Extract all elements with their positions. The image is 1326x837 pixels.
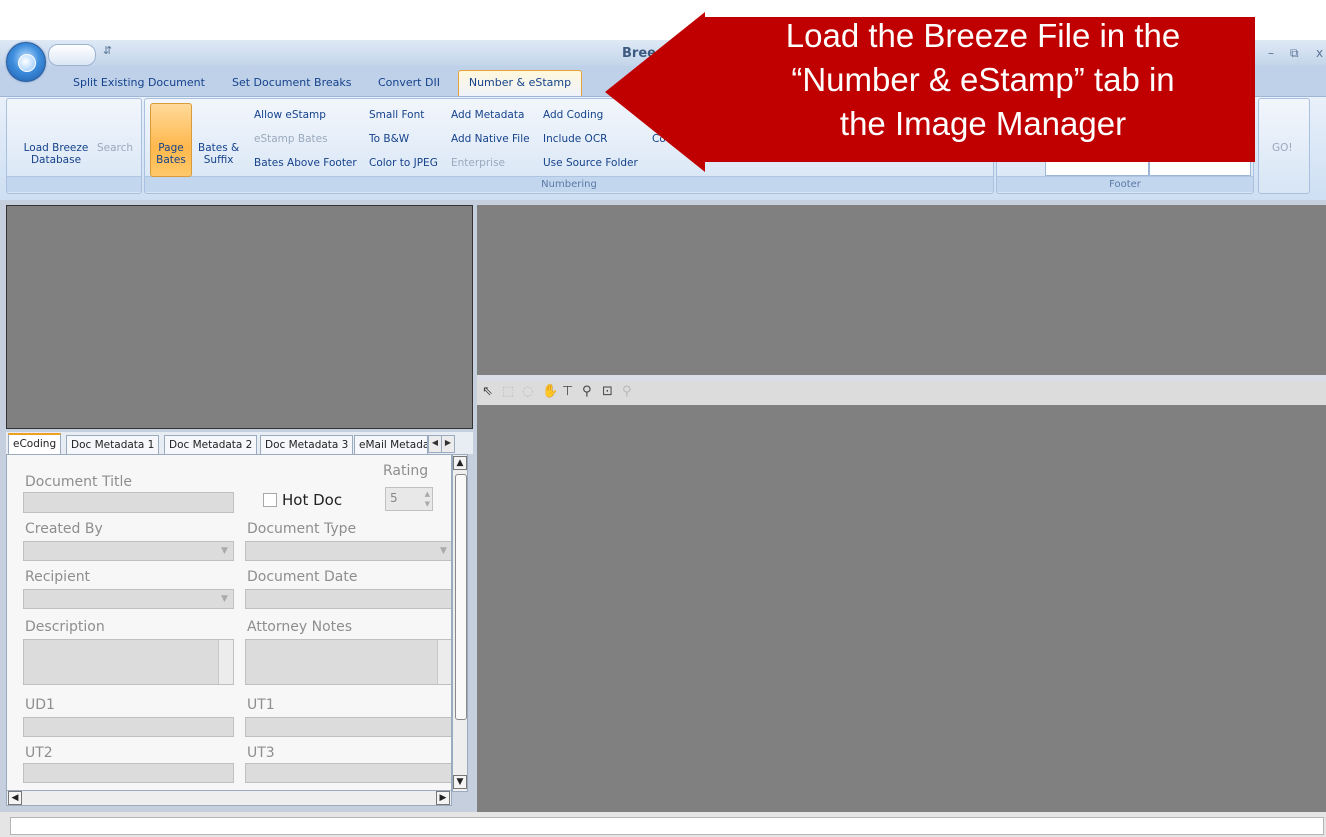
rating-label: Rating: [383, 463, 429, 479]
form-horizontal-scrollbar[interactable]: [6, 790, 452, 806]
document-date-label: Document Date: [247, 569, 358, 585]
app-logo-icon: [18, 54, 36, 72]
enterprise-option[interactable]: Enterprise: [451, 157, 505, 169]
scroll-right-icon[interactable]: ▶: [436, 791, 450, 805]
chevron-down-icon: ▼: [221, 594, 228, 604]
restore-button[interactable]: ⧉: [1290, 46, 1299, 61]
ud1-field[interactable]: [23, 717, 234, 737]
bates-suffix-label-2: Suffix: [203, 154, 234, 166]
ut3-label: UT3: [247, 745, 275, 761]
tab-scroll-left-icon[interactable]: ◀: [428, 435, 442, 453]
thumbnail-pane[interactable]: [477, 205, 1326, 375]
spinner-arrows-icon[interactable]: ▲ ▼: [425, 489, 430, 509]
include-ocr-option[interactable]: Include OCR: [543, 133, 607, 145]
document-title-label: Document Title: [25, 474, 132, 490]
tab-ecoding[interactable]: eCoding: [8, 433, 62, 454]
lasso-icon[interactable]: ◌: [522, 384, 533, 399]
bates-suffix-button[interactable]: Bates & Suffix: [198, 142, 239, 166]
tab-convert-dii[interactable]: Convert DII: [378, 76, 440, 89]
allow-estamp-option[interactable]: Allow eStamp: [254, 109, 326, 121]
magnify-icon[interactable]: ⚲: [622, 384, 632, 399]
chevron-down-icon: ▼: [221, 546, 228, 556]
scroll-up-icon[interactable]: ▲: [453, 456, 467, 470]
tab-doc-metadata-2[interactable]: Doc Metadata 2: [164, 435, 258, 454]
vertical-scroll-thumb[interactable]: [455, 474, 467, 720]
callout-line-3: the Image Manager: [839, 105, 1127, 142]
document-date-field[interactable]: [245, 589, 451, 609]
tab-scroll-right-icon[interactable]: ▶: [441, 435, 455, 453]
tab-set-document-breaks[interactable]: Set Document Breaks: [232, 76, 351, 89]
description-scrollbar[interactable]: [218, 640, 233, 684]
zoom-rect-icon[interactable]: ⊡: [602, 384, 613, 399]
scroll-left-icon[interactable]: ◀: [8, 791, 22, 805]
document-type-select[interactable]: ▼: [245, 541, 451, 561]
close-button[interactable]: x: [1316, 46, 1323, 60]
status-field: [10, 817, 1324, 835]
ecoding-form: Document Title Rating Hot Doc 5 ▲ ▼ Creat…: [6, 454, 452, 792]
image-viewer-pane[interactable]: [477, 405, 1326, 812]
hot-doc-label: Hot Doc: [282, 491, 343, 509]
tab-doc-metadata-1[interactable]: Doc Metadata 1: [66, 435, 160, 454]
attorney-notes-textarea[interactable]: [245, 639, 451, 685]
search-button[interactable]: Search: [97, 142, 133, 154]
document-title-field[interactable]: [23, 492, 234, 513]
quick-access-toolbar[interactable]: [48, 44, 96, 66]
pan-icon[interactable]: ⊤: [562, 384, 573, 399]
ut3-field[interactable]: [245, 763, 451, 783]
recipient-label: Recipient: [25, 569, 91, 585]
load-breeze-label-1: Load Breeze: [23, 142, 89, 154]
attorney-notes-scrollbar[interactable]: [437, 640, 451, 684]
callout-line-1: Load the Breeze File in the: [785, 17, 1181, 54]
zoom-icon[interactable]: ⚲: [582, 384, 592, 399]
tab-doc-metadata-3[interactable]: Doc Metadata 3: [260, 435, 354, 454]
load-breeze-label-2: Database: [30, 154, 82, 166]
select-rect-icon[interactable]: ⬚: [502, 384, 514, 399]
estamp-bates-option[interactable]: eStamp Bates: [254, 133, 328, 145]
load-breeze-database-button[interactable]: Load Breeze Database: [20, 142, 92, 166]
chevron-down-icon: ▼: [440, 546, 447, 556]
tab-split-existing-document[interactable]: Split Existing Document: [73, 76, 205, 89]
description-label: Description: [25, 619, 105, 635]
created-by-label: Created By: [25, 521, 103, 537]
small-font-option[interactable]: Small Font: [369, 109, 424, 121]
tab-email-metadata[interactable]: eMail Metadat: [354, 435, 428, 454]
tab-number-estamp[interactable]: Number & eStamp: [458, 70, 582, 96]
add-coding-option[interactable]: Add Coding: [543, 109, 603, 121]
group-database-label: [7, 176, 141, 192]
ud1-label: UD1: [25, 697, 55, 713]
document-list-pane[interactable]: [6, 205, 473, 429]
document-type-label: Document Type: [247, 521, 357, 537]
application-menu-button[interactable]: [6, 42, 46, 82]
add-metadata-option[interactable]: Add Metadata: [451, 109, 524, 121]
add-native-file-option[interactable]: Add Native File: [451, 133, 530, 145]
ut2-label: UT2: [25, 745, 53, 761]
go-button[interactable]: GO!: [1272, 142, 1293, 154]
callout-text: Load the Breeze File in the “Number & eS…: [712, 14, 1254, 146]
ut1-field[interactable]: [245, 717, 451, 737]
bates-above-footer-option[interactable]: Bates Above Footer: [254, 157, 357, 169]
bates-suffix-label-1: Bates &: [198, 142, 240, 154]
recipient-select[interactable]: ▼: [23, 589, 234, 609]
page-bates-label: Page Bates: [156, 142, 186, 166]
description-textarea[interactable]: [23, 639, 234, 685]
pointer-icon[interactable]: ⇖: [482, 384, 493, 399]
rating-spinner[interactable]: 5 ▲ ▼: [385, 487, 433, 511]
hot-doc-checkbox[interactable]: [263, 493, 277, 507]
hand-icon[interactable]: ✋: [542, 384, 558, 399]
scroll-down-icon[interactable]: ▼: [453, 775, 467, 789]
color-to-jpeg-option[interactable]: Color to JPEG: [369, 157, 438, 169]
callout-line-2: “Number & eStamp” tab in: [791, 61, 1175, 98]
minimize-button[interactable]: –: [1268, 46, 1274, 60]
qat-dropdown-icon[interactable]: ⇵: [103, 44, 112, 57]
rating-value: 5: [390, 491, 398, 505]
created-by-select[interactable]: ▼: [23, 541, 234, 561]
to-bw-option[interactable]: To B&W: [369, 133, 409, 145]
ut2-field[interactable]: [23, 763, 234, 783]
ut1-label: UT1: [247, 697, 275, 713]
attorney-notes-label: Attorney Notes: [247, 619, 353, 635]
